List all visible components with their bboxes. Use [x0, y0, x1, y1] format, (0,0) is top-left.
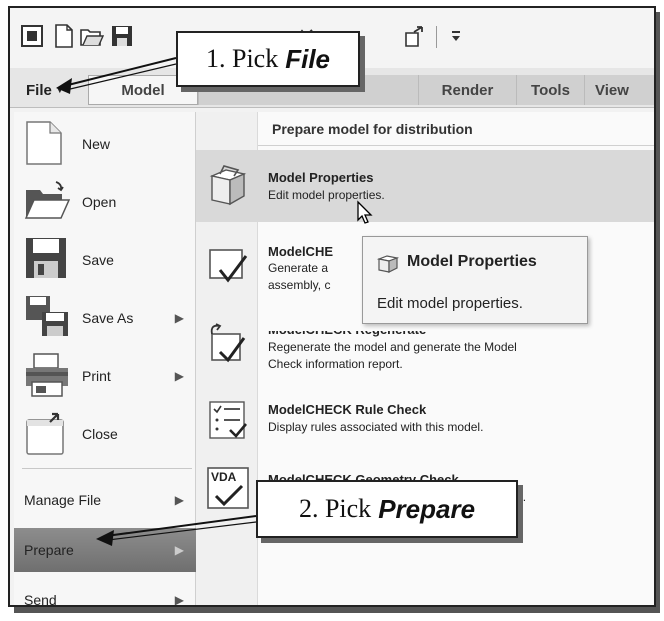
- menu-item-label: New: [82, 136, 111, 152]
- tab-view[interactable]: View: [584, 75, 654, 105]
- save-disk-icon: [24, 236, 72, 284]
- submenu-item-desc: Regenerate the model and generate the Mo…: [268, 340, 517, 354]
- tab-file[interactable]: File ▼: [16, 75, 75, 105]
- submenu-arrow-icon: ▶: [174, 493, 184, 507]
- submenu-item-rule-check[interactable]: ModelCHECK Rule Check Display rules asso…: [196, 388, 654, 448]
- submenu-item-desc: assembly, c: [268, 278, 331, 292]
- menu-item-print[interactable]: Print ▶: [14, 348, 196, 404]
- callout-step2-text: 2. Pick: [298, 494, 372, 523]
- submenu-item-desc: Display rules associated with this model…: [268, 420, 484, 434]
- menu-item-label: Close: [82, 426, 118, 442]
- submenu-item-title: ModelCHE: [268, 244, 333, 259]
- menu-item-label: Manage File: [24, 492, 102, 508]
- open-file-icon[interactable]: [80, 24, 104, 48]
- tooltip-desc: Edit model properties.: [377, 295, 523, 312]
- app-menu-icon[interactable]: [20, 24, 44, 48]
- new-document-icon: [24, 120, 72, 168]
- menu-item-save[interactable]: Save: [14, 232, 196, 288]
- menu-item-save-as[interactable]: Save As ▶: [14, 290, 196, 346]
- menu-item-label: Send: [24, 592, 57, 607]
- new-file-icon[interactable]: [52, 24, 76, 48]
- callout-step1-emphasis: File: [285, 43, 331, 74]
- tab-tools[interactable]: Tools: [516, 75, 584, 105]
- menu-item-close[interactable]: Close: [14, 406, 196, 462]
- save-icon[interactable]: [110, 24, 134, 48]
- model-properties-icon: [206, 162, 250, 206]
- menu-item-label: Print: [82, 368, 111, 384]
- file-menu-commands: New Open Save Save As ▶ Print ▶ Close Ma…: [14, 112, 196, 605]
- tooltip-title: Model Properties: [407, 253, 537, 270]
- submenu-item-desc: Generate a: [268, 261, 329, 275]
- printer-icon: [24, 352, 72, 400]
- menu-item-label: Open: [82, 194, 117, 210]
- toolbar-separator: [436, 26, 437, 48]
- svg-text:VDA: VDA: [211, 470, 237, 484]
- submenu-item-title: ModelCHECK Rule Check: [268, 402, 427, 417]
- callout-step2: 2. Pick Prepare: [256, 480, 518, 538]
- save-as-icon: [24, 294, 72, 342]
- menu-item-label: Save As: [82, 310, 134, 326]
- menu-item-label: Save: [82, 252, 114, 268]
- chevron-down-icon: ▼: [54, 84, 65, 96]
- submenu-arrow-icon: ▶: [174, 311, 184, 325]
- customize-toolbar-icon[interactable]: [444, 24, 468, 48]
- close-window-icon: [24, 410, 72, 458]
- rule-check-icon: [206, 398, 250, 442]
- submenu-item-model-properties[interactable]: Model Properties Edit model properties.: [196, 150, 654, 222]
- open-folder-icon: [24, 178, 72, 226]
- submenu-item-desc: Check information report.: [268, 357, 403, 371]
- menu-item-prepare[interactable]: Prepare ▶: [14, 528, 196, 572]
- vda-geometry-check-icon: VDA: [206, 466, 250, 510]
- submenu-arrow-icon: ▶: [174, 543, 184, 557]
- submenu-item-title: Model Properties: [268, 170, 374, 185]
- submenu-arrow-icon: ▶: [174, 369, 184, 383]
- menu-item-new[interactable]: New: [14, 116, 196, 172]
- submenu-arrow-icon: ▶: [174, 593, 184, 607]
- menu-separator: [22, 468, 192, 469]
- tooltip-model-properties: Model Properties Edit model properties.: [362, 236, 588, 324]
- submenu-item-title: ModelCHECK Regenerate: [268, 322, 427, 337]
- callout-step1-text: 1. Pick: [205, 44, 279, 73]
- menu-item-send[interactable]: Send ▶: [14, 578, 196, 607]
- model-properties-small-icon: [377, 255, 399, 273]
- mouse-cursor-icon: [357, 200, 373, 224]
- modelcheck-regenerate-icon: [206, 322, 250, 366]
- callout-step2-emphasis: Prepare: [378, 493, 476, 524]
- menu-item-manage-file[interactable]: Manage File ▶: [14, 478, 196, 522]
- submenu-header: Prepare model for distribution: [258, 112, 654, 146]
- tab-file-label: File: [26, 81, 52, 99]
- close-window-qat-icon[interactable]: [404, 24, 428, 48]
- modelcheck-icon: [206, 244, 250, 288]
- callout-step1: 1. Pick File: [176, 31, 360, 87]
- menu-item-open[interactable]: Open: [14, 174, 196, 230]
- menu-item-label: Prepare: [24, 542, 74, 558]
- tab-render[interactable]: Render: [418, 75, 516, 105]
